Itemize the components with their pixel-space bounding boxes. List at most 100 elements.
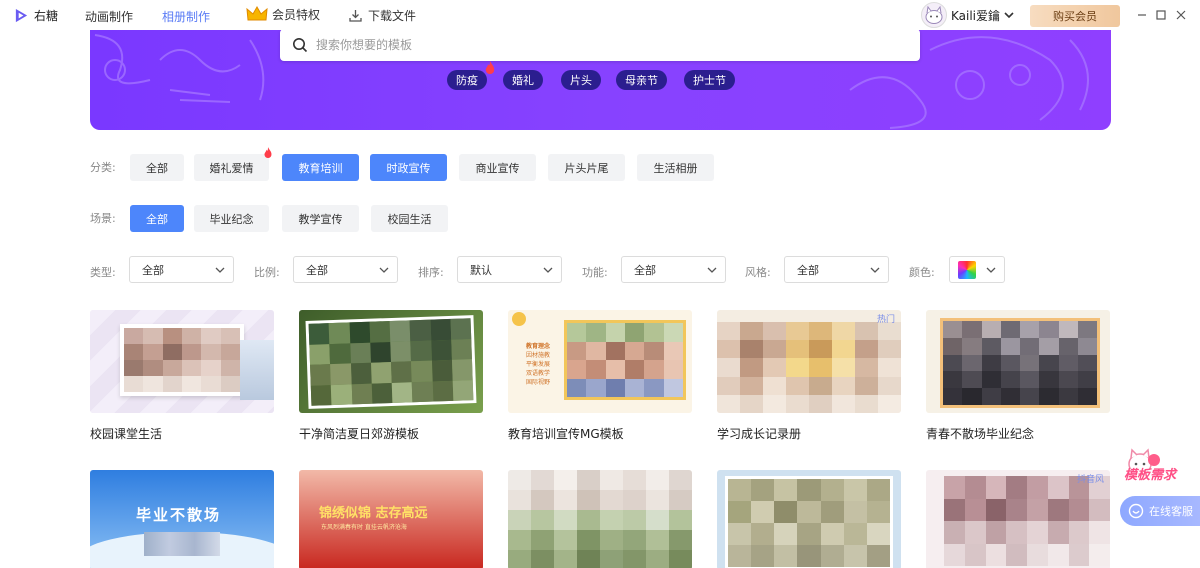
chevron-down-icon	[707, 267, 717, 273]
template-title: 干净简洁夏日郊游模板	[299, 427, 420, 441]
filter-style-value: 全部	[797, 263, 819, 277]
color-swatch	[958, 260, 976, 279]
hot-tag-3[interactable]: 母亲节	[616, 70, 667, 90]
chevron-down-icon	[215, 267, 225, 273]
nav-album[interactable]: 相册制作	[162, 8, 210, 25]
template-thumbnail[interactable]	[90, 310, 274, 413]
hot-badge: 抖音风	[1076, 475, 1104, 485]
filter-sort-label: 排序:	[418, 266, 444, 279]
scene-teaching[interactable]: 教学宣传	[282, 205, 359, 232]
scene-all[interactable]: 全部	[130, 205, 184, 232]
template-card[interactable]: 青春不散场毕业纪念	[926, 310, 1110, 442]
template-thumbnail[interactable]: 抖音风	[926, 470, 1110, 568]
hero-banner: 防疫 婚礼 片头 母亲节 护士节	[90, 30, 1111, 130]
filter-function-value: 全部	[634, 263, 656, 277]
template-title: 教育培训宣传MG模板	[508, 427, 624, 441]
filter-style-label: 风格:	[745, 266, 771, 279]
thumb-text: 教育理念	[526, 343, 551, 350]
chevron-down-icon	[986, 267, 996, 273]
thumb-text: 平衡发展	[526, 361, 551, 368]
template-card[interactable]: 热门 学习成长记录册	[717, 310, 901, 442]
maximize-icon	[1156, 10, 1166, 20]
category-business[interactable]: 商业宣传	[459, 154, 536, 181]
filter-ratio-value: 全部	[306, 263, 328, 277]
template-request-button[interactable]: 模板需求	[1124, 446, 1200, 486]
close-button[interactable]	[1174, 8, 1188, 22]
filter-function-select[interactable]: 全部	[621, 256, 726, 283]
template-thumbnail[interactable]	[299, 310, 483, 413]
thumb-text: 双语教学	[526, 370, 551, 377]
buy-vip-button[interactable]: 购买会员	[1030, 5, 1120, 27]
flame-icon	[264, 147, 272, 158]
category-intro[interactable]: 片头片尾	[548, 154, 625, 181]
hot-tag-1[interactable]: 婚礼	[503, 70, 543, 90]
filter-sort-value: 默认	[470, 263, 492, 277]
filter-function-label: 功能:	[582, 266, 608, 279]
scene-campus[interactable]: 校园生活	[371, 205, 448, 232]
brand[interactable]: 右糖	[14, 7, 58, 24]
template-card[interactable]: 抖音风	[926, 470, 1110, 568]
filter-ratio-select[interactable]: 全部	[293, 256, 398, 283]
hot-tag-2[interactable]: 片头	[561, 70, 601, 90]
nav-vip[interactable]: 会员特权	[246, 5, 320, 23]
template-card[interactable]: 毕业不散场	[90, 470, 274, 568]
flame-icon	[485, 61, 495, 74]
template-card[interactable]: 校园课堂生活	[90, 310, 274, 442]
user-menu[interactable]: Kaili爱鑰	[921, 2, 1014, 28]
search-box[interactable]	[280, 30, 920, 61]
minimize-button[interactable]	[1135, 8, 1149, 22]
filter-type-select[interactable]: 全部	[129, 256, 234, 283]
hot-tag-0[interactable]: 防疫	[447, 70, 487, 90]
nav-vip-label: 会员特权	[272, 7, 321, 22]
template-thumbnail[interactable]	[926, 310, 1110, 413]
scene-graduation[interactable]: 毕业纪念	[194, 205, 269, 232]
category-education[interactable]: 教育培训	[282, 154, 359, 181]
online-service-label: 在线客服	[1149, 505, 1193, 518]
template-thumbnail[interactable]: 热门	[717, 310, 901, 413]
template-title: 校园课堂生活	[90, 427, 163, 441]
template-card[interactable]	[508, 470, 692, 568]
category-all[interactable]: 全部	[130, 154, 184, 181]
maximize-button[interactable]	[1154, 8, 1168, 22]
close-icon	[1176, 10, 1186, 20]
title-bar: 右糖 动画制作 相册制作 会员特权 下载文件 Kaili爱鑰 购买会员	[0, 0, 1200, 30]
template-card[interactable]: 教育理念 因材施教 平衡发展 双语教学 国际视野 教育培训宣传MG模板	[508, 310, 692, 442]
search-input[interactable]	[316, 38, 896, 52]
template-thumbnail[interactable]	[717, 470, 901, 568]
thumb-text: 国际视野	[526, 379, 551, 386]
nav-download[interactable]: 下载文件	[349, 7, 416, 24]
template-thumbnail[interactable]: 毕业不散场	[90, 470, 274, 568]
filter-sort-select[interactable]: 默认	[457, 256, 562, 283]
thumb-text: 锦绣似锦 志存高远	[319, 506, 428, 521]
template-title: 青春不散场毕业纪念	[926, 427, 1035, 441]
chevron-down-icon	[379, 267, 389, 273]
headset-icon	[1128, 503, 1144, 519]
category-label: 分类:	[90, 161, 116, 174]
filter-color-select[interactable]	[949, 256, 1005, 283]
thumb-text: 毕业不散场	[136, 506, 222, 524]
category-politics[interactable]: 时政宣传	[370, 154, 447, 181]
chevron-down-icon	[1004, 12, 1014, 19]
template-thumbnail[interactable]	[508, 470, 692, 568]
avatar	[921, 2, 947, 28]
chevron-down-icon	[870, 267, 880, 273]
search-icon	[293, 38, 308, 53]
category-life[interactable]: 生活相册	[637, 154, 714, 181]
download-icon	[349, 10, 362, 22]
filter-type-label: 类型:	[90, 266, 116, 279]
template-card[interactable]	[717, 470, 901, 568]
filter-type-value: 全部	[142, 263, 164, 277]
filter-style-select[interactable]: 全部	[784, 256, 889, 283]
template-card[interactable]: 干净简洁夏日郊游模板	[299, 310, 483, 442]
crown-icon	[246, 5, 268, 21]
online-service-button[interactable]: 在线客服	[1120, 496, 1200, 526]
category-wedding[interactable]: 婚礼爱情	[194, 154, 269, 181]
hot-badge: 热门	[876, 315, 895, 325]
minimize-icon	[1138, 14, 1146, 16]
hot-tag-4[interactable]: 护士节	[684, 70, 735, 90]
nav-animation[interactable]: 动画制作	[85, 8, 133, 25]
template-thumbnail[interactable]: 锦绣似锦 志存高远 东风烈满春有时 直挂云帆济沧海	[299, 470, 483, 568]
template-card[interactable]: 锦绣似锦 志存高远 东风烈满春有时 直挂云帆济沧海	[299, 470, 483, 568]
template-request-label: 模板需求	[1124, 468, 1177, 483]
template-thumbnail[interactable]: 教育理念 因材施教 平衡发展 双语教学 国际视野	[508, 310, 692, 413]
